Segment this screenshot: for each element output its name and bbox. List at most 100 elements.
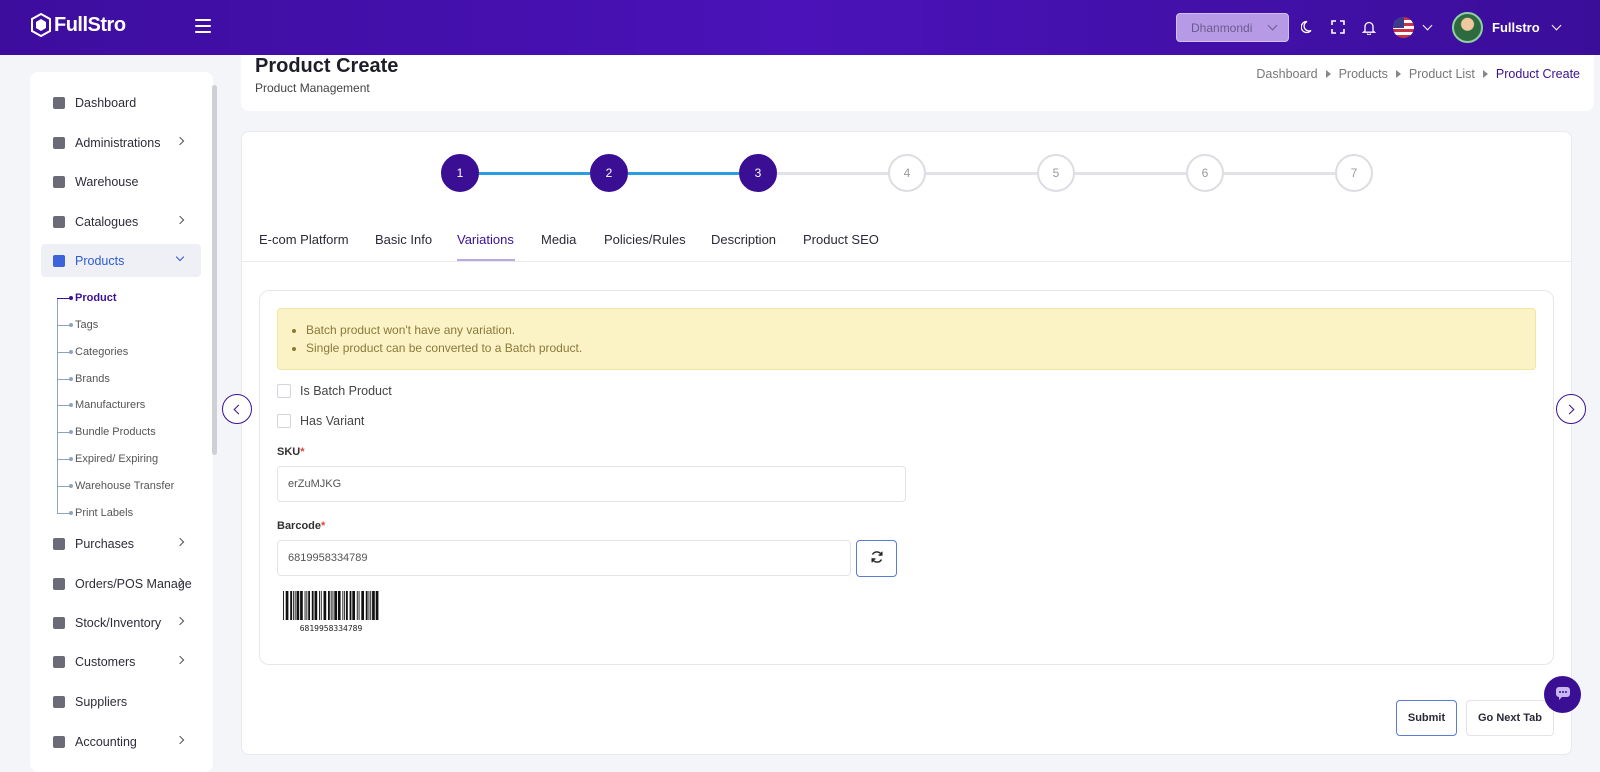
sidebar-item-orders-pos[interactable]: Orders/POS Manage <box>41 567 201 600</box>
suppliers-icon <box>53 695 65 708</box>
barcode-bar <box>349 591 352 620</box>
fullscreen-icon[interactable] <box>1329 18 1347 36</box>
sidebar-item-accounting[interactable]: Accounting <box>41 725 201 758</box>
barcode-bar <box>346 591 348 620</box>
page-title: Product Create <box>255 55 399 77</box>
step-5[interactable]: 5 <box>1037 154 1075 192</box>
sidebar-item-suppliers[interactable]: Suppliers <box>41 685 201 718</box>
notification-bell-icon[interactable] <box>1360 18 1378 36</box>
barcode-bar <box>334 591 337 620</box>
tab-policies-rules[interactable]: Policies/Rules <box>604 232 686 247</box>
step-4[interactable]: 4 <box>888 154 926 192</box>
step-1[interactable]: 1 <box>441 154 479 192</box>
sidebar-item-catalogues[interactable]: Catalogues <box>41 205 201 238</box>
sidebar-subitem-label: Print Labels <box>75 507 134 519</box>
barcode-bar <box>352 591 355 620</box>
sidebar-subitem-expired-expiring[interactable]: Expired/ Expiring <box>57 448 207 470</box>
barcode-image <box>283 591 379 620</box>
barcode-bar <box>320 591 322 620</box>
tab-product-seo[interactable]: Product SEO <box>803 232 879 247</box>
sidebar-item-products[interactable]: Products <box>41 244 201 277</box>
sidebar-subitem-product[interactable]: Product <box>57 287 207 309</box>
sku-input[interactable] <box>277 466 906 502</box>
branch-select[interactable]: Dhanmondi <box>1176 13 1289 42</box>
regenerate-barcode-button[interactable] <box>856 540 897 577</box>
sidebar-subitem-manufacturers[interactable]: Manufacturers <box>57 394 207 416</box>
sidebar-item-label: Warehouse <box>75 174 139 189</box>
checkbox-box[interactable] <box>277 384 291 398</box>
sidebar-item-customers[interactable]: Customers <box>41 645 201 678</box>
submit-button[interactable]: Submit <box>1396 700 1457 736</box>
chevron-right-icon <box>175 537 185 547</box>
barcode-bar <box>344 591 346 620</box>
sidebar-subitem-warehouse-transfer[interactable]: Warehouse Transfer <box>57 475 207 497</box>
sidebar-subitem-label: Warehouse Transfer <box>75 480 175 492</box>
us-flag-icon[interactable] <box>1393 17 1414 38</box>
caret-right-icon <box>1482 70 1488 78</box>
user-name[interactable]: Fullstro <box>1492 20 1540 35</box>
sidebar-subitem-categories[interactable]: Categories <box>57 341 207 363</box>
is-batch-product-checkbox[interactable]: Is Batch Product <box>277 384 392 398</box>
chat-button[interactable] <box>1544 676 1581 713</box>
sidebar-scrollbar[interactable] <box>212 85 217 455</box>
breadcrumb-item[interactable]: Dashboard <box>1256 67 1317 81</box>
tab-media[interactable]: Media <box>541 232 576 247</box>
sidebar-item-label: Customers <box>75 654 136 669</box>
step-6[interactable]: 6 <box>1186 154 1224 192</box>
breadcrumb-item[interactable]: Products <box>1339 67 1388 81</box>
sidebar-subitem-brands[interactable]: Brands <box>57 368 207 390</box>
sidebar-item-stock-inventory[interactable]: Stock/Inventory <box>41 606 201 639</box>
previous-tab-button[interactable] <box>222 394 252 424</box>
warehouse-icon <box>53 175 65 188</box>
step-connector <box>1075 172 1186 175</box>
breadcrumb-item[interactable]: Product List <box>1409 67 1475 81</box>
checkbox-box[interactable] <box>277 414 291 428</box>
tab-variations[interactable]: Variations <box>457 232 514 247</box>
stock-icon <box>53 616 65 629</box>
barcode-bar <box>358 591 360 620</box>
avatar[interactable] <box>1452 12 1483 43</box>
step-connector <box>628 172 739 175</box>
chevron-right-icon <box>175 136 185 146</box>
dark-mode-moon-icon[interactable] <box>1299 18 1317 36</box>
dashboard-icon <box>53 96 65 109</box>
cart-icon <box>53 254 65 267</box>
sidebar-subitem-tags[interactable]: Tags <box>57 314 207 336</box>
go-next-tab-button[interactable]: Go Next Tab <box>1466 700 1554 736</box>
sidebar-subitem-label: Bundle Products <box>75 426 156 438</box>
next-tab-button[interactable] <box>1556 394 1586 424</box>
barcode-input[interactable] <box>277 540 851 576</box>
menu-toggle-icon[interactable] <box>195 19 211 33</box>
barcode-bar <box>370 591 372 620</box>
step-2[interactable]: 2 <box>590 154 628 192</box>
language-chevron-icon[interactable] <box>1422 20 1433 31</box>
sidebar-item-purchases[interactable]: Purchases <box>41 527 201 560</box>
breadcrumb-current: Product Create <box>1495 67 1580 81</box>
orders-icon <box>53 577 65 590</box>
chevron-right-icon <box>175 655 185 665</box>
sidebar-item-administrations[interactable]: Administrations <box>41 126 201 159</box>
barcode-bar <box>368 591 370 620</box>
sidebar-subitem-bundle-products[interactable]: Bundle Products <box>57 421 207 443</box>
sidebar-subitem-label: Manufacturers <box>75 399 146 411</box>
sidebar-subitem-print-labels[interactable]: Print Labels <box>57 502 207 524</box>
tab-basic-info[interactable]: Basic Info <box>375 232 432 247</box>
chevron-down-icon <box>1267 20 1278 31</box>
checkbox-label: Is Batch Product <box>300 384 392 398</box>
brand-logo[interactable]: FullStro <box>30 13 126 37</box>
barcode-label-text: Barcode <box>277 520 322 532</box>
tab-ecom-platform[interactable]: E-com Platform <box>259 232 349 247</box>
tab-description[interactable]: Description <box>711 232 776 247</box>
step-3[interactable]: 3 <box>739 154 777 192</box>
step-7[interactable]: 7 <box>1335 154 1373 192</box>
has-variant-checkbox[interactable]: Has Variant <box>277 414 364 428</box>
user-menu-chevron-icon[interactable] <box>1551 20 1562 31</box>
barcode-bar <box>306 591 308 620</box>
barcode-bar <box>300 591 303 620</box>
barcode-bar <box>337 591 341 620</box>
sidebar-item-dashboard[interactable]: Dashboard <box>41 86 201 119</box>
barcode-bar <box>342 591 344 620</box>
sidebar-item-warehouse[interactable]: Warehouse <box>41 165 201 198</box>
bag-icon <box>53 537 65 550</box>
alert-line: Batch product won't have any variation. <box>306 323 1535 337</box>
